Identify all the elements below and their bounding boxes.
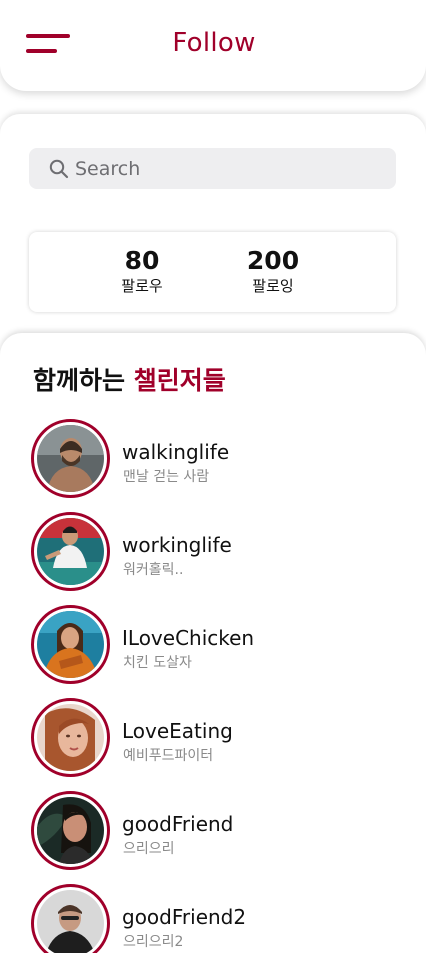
followers-stat[interactable]: 80 팔로우	[97, 246, 187, 296]
avatar-ring	[31, 791, 110, 870]
followers-count: 80	[124, 246, 160, 275]
challenger-item[interactable]: goodFriend2 으리으리2	[31, 884, 391, 953]
challenger-bio: 맨날 걷는 사람	[123, 469, 210, 485]
following-stat[interactable]: 200 팔로잉	[228, 246, 318, 296]
avatar-ring	[31, 419, 110, 498]
challenger-name: ILoveChicken	[122, 626, 255, 650]
avatar	[37, 425, 104, 492]
search-section: 80 팔로우 200 팔로잉	[0, 114, 426, 354]
challenger-bio: 으리으리	[123, 841, 175, 857]
page-title: Follow	[172, 28, 256, 58]
challengers-title: 함께하는 챌린저들	[33, 361, 226, 397]
challenger-name: LoveEating	[122, 719, 233, 743]
challenger-item[interactable]: workinglife 워커홀릭..	[31, 512, 391, 592]
following-label: 팔로잉	[252, 277, 294, 295]
followers-label: 팔로우	[121, 277, 163, 295]
avatar-ring	[31, 605, 110, 684]
avatar	[37, 890, 104, 953]
avatar	[37, 611, 104, 678]
avatar-photo-goodfriend	[37, 797, 104, 864]
avatar	[37, 797, 104, 864]
search-bar[interactable]	[29, 148, 396, 189]
avatar	[37, 704, 104, 771]
avatar	[37, 518, 104, 585]
search-input[interactable]	[75, 157, 355, 180]
challenger-name: walkinglife	[122, 440, 230, 464]
challenger-bio: 으리으리2	[123, 934, 184, 950]
avatar-photo-ilovechicken	[37, 611, 104, 678]
avatar-photo-goodfriend2	[37, 890, 104, 953]
challenger-name: workinglife	[122, 533, 232, 557]
challenger-item[interactable]: goodFriend 으리으리	[31, 791, 391, 871]
follow-screen: Follow 80 팔로우 200 팔로잉 함께하는 챌린저들	[0, 0, 426, 953]
challenger-name: goodFriend	[122, 812, 234, 836]
challengers-title-accent: 챌린저들	[133, 366, 226, 395]
challenger-bio: 워커홀릭..	[123, 562, 184, 578]
follow-stats: 80 팔로우 200 팔로잉	[29, 232, 396, 312]
challenger-name: goodFriend2	[122, 905, 247, 929]
challenger-item[interactable]: ILoveChicken 치킨 도살자	[31, 605, 391, 685]
avatar-ring	[31, 884, 110, 953]
avatar-photo-workinglife	[37, 518, 104, 585]
app-header: Follow	[0, 0, 426, 91]
challenger-item[interactable]: walkinglife 맨날 걷는 사람	[31, 419, 391, 499]
challengers-title-prefix: 함께하는	[33, 366, 126, 395]
challenger-bio: 치킨 도살자	[123, 655, 192, 671]
challenger-item[interactable]: LoveEating 예비푸드파이터	[31, 698, 391, 778]
following-count: 200	[246, 246, 300, 275]
avatar-photo-loveeating	[37, 704, 104, 771]
search-icon	[49, 159, 69, 178]
avatar-ring	[31, 512, 110, 591]
challenger-bio: 예비푸드파이터	[123, 748, 214, 764]
challengers-section: 함께하는 챌린저들 walkinglife 맨날 걷는 사람 workingli…	[0, 333, 426, 953]
avatar-ring	[31, 698, 110, 777]
avatar-photo-walkinglife	[37, 425, 104, 492]
